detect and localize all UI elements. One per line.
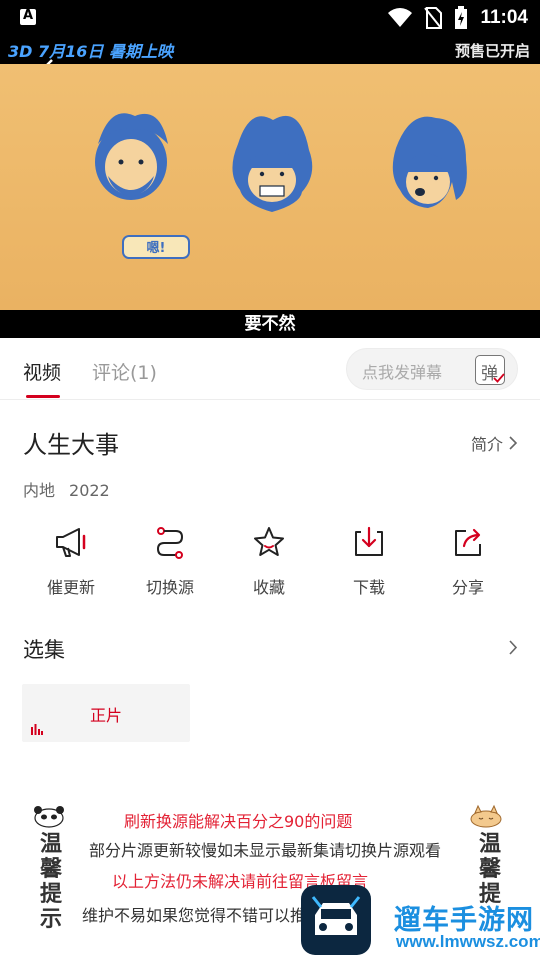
intro-link[interactable]: 简介	[471, 431, 518, 455]
car-icon	[311, 896, 361, 935]
urge-update-button[interactable]: 催更新	[21, 524, 121, 598]
danmaku-placeholder: 点我发弹幕	[362, 363, 443, 382]
tabs-bar: 视频 评论(1) 点我发弹幕 弹	[0, 338, 540, 400]
switch-source-icon	[156, 527, 184, 559]
tab-video[interactable]: 视频	[23, 358, 61, 385]
watermark-logo	[301, 885, 371, 955]
battery-charging-icon	[455, 6, 468, 29]
sleeping-cat-icon	[470, 804, 502, 828]
cartoon-characters: 嗯!	[95, 113, 467, 259]
watermark-url: www.lmwwsz.com	[396, 932, 540, 951]
system-icons: 11:04	[388, 6, 528, 30]
notice-side-left: 温馨提示	[39, 832, 62, 932]
status-time: 11:04	[480, 7, 528, 28]
video-subtitle: 要不然	[0, 310, 540, 338]
action-label: 切换源	[145, 578, 194, 597]
tab-comments[interactable]: 评论(1)	[92, 358, 157, 385]
action-label: 收藏	[252, 578, 285, 597]
megaphone-icon	[56, 528, 86, 557]
notice-side-right: 温馨提	[478, 832, 501, 907]
status-bar: 11:04	[0, 0, 540, 36]
app-notification-icon	[20, 8, 36, 25]
notice-line: 部分片源更新较慢如未显示最新集请切换片源观看	[89, 841, 442, 860]
share-button[interactable]: 分享	[418, 524, 518, 598]
notice-line: 刷新换源能解决百分之90的问题	[124, 812, 353, 831]
character-left: 嗯!	[95, 113, 190, 259]
video-frame: 嗯!	[0, 64, 540, 310]
speech-bubble-text: 嗯!	[147, 241, 166, 256]
star-icon	[254, 527, 284, 556]
episodes-more-chevron-icon[interactable]	[509, 640, 518, 655]
character-right	[392, 116, 467, 208]
share-icon	[455, 528, 481, 556]
intro-label: 简介	[470, 435, 503, 454]
show-year: 2022	[69, 481, 110, 500]
character-middle	[232, 115, 313, 212]
switch-source-button[interactable]: 切换源	[120, 524, 220, 598]
active-tab-indicator	[26, 395, 60, 398]
action-label: 分享	[451, 578, 484, 597]
video-player[interactable]: 3D 7月16日 暑期上映 预售已开启 嗯! 要不然	[0, 36, 540, 338]
download-button[interactable]: 下载	[319, 524, 419, 598]
wifi-icon	[388, 8, 413, 27]
action-label: 下载	[352, 578, 385, 597]
panda-icon	[34, 806, 64, 828]
no-sim-icon	[424, 7, 443, 29]
check-icon	[493, 373, 505, 383]
chevron-right-icon	[509, 436, 518, 450]
episode-label: 正片	[89, 706, 122, 725]
danmaku-toggle-icon[interactable]: 弹	[475, 355, 505, 385]
promo-banner: 3D 7月16日 暑期上映 预售已开启	[0, 36, 540, 64]
show-meta: 内地 2022	[23, 477, 110, 501]
episodes-title: 选集	[23, 638, 65, 662]
show-region: 内地	[23, 481, 56, 500]
action-bar: 催更新 切换源 收藏 下载 分享	[0, 524, 540, 604]
playing-bars-icon	[31, 724, 43, 735]
download-icon	[355, 526, 383, 556]
action-label: 催更新	[46, 578, 95, 597]
favorite-button[interactable]: 收藏	[219, 524, 319, 598]
show-title: 人生大事	[23, 431, 119, 459]
episode-item[interactable]: 正片	[22, 684, 190, 742]
danmaku-input[interactable]: 点我发弹幕 弹	[346, 348, 518, 390]
promo-text: 3D 7月16日 暑期上映	[8, 42, 173, 61]
presale-text: 预售已开启	[454, 42, 530, 60]
